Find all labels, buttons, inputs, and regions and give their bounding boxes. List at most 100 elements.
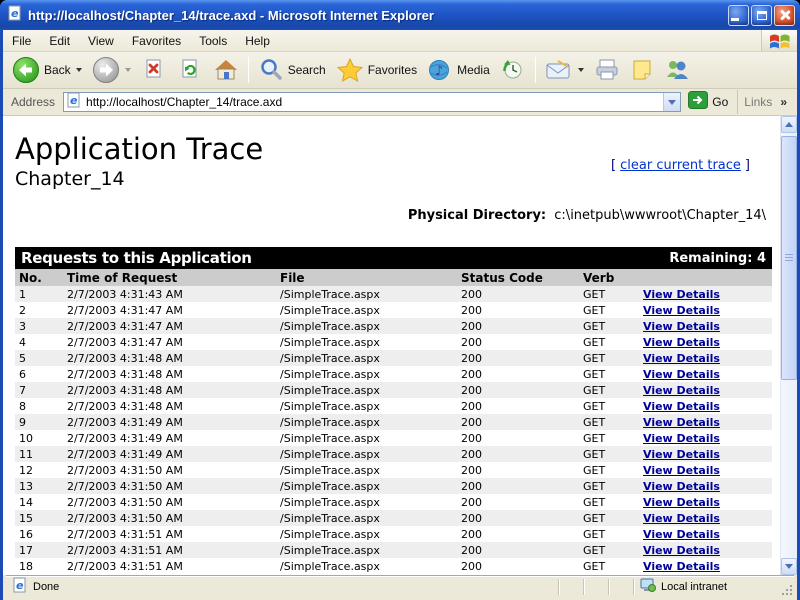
- back-dropdown-arrow[interactable]: [76, 68, 82, 72]
- cell-no: 13: [15, 478, 63, 494]
- view-details-link[interactable]: View Details: [643, 368, 720, 381]
- history-icon: [500, 57, 526, 83]
- svg-text:♪: ♪: [435, 64, 443, 79]
- messenger-button[interactable]: [659, 54, 695, 86]
- cell-verb: GET: [579, 334, 639, 350]
- view-details-link[interactable]: View Details: [643, 384, 720, 397]
- stop-icon: [141, 57, 167, 83]
- cell-verb: GET: [579, 510, 639, 526]
- cell-no: 2: [15, 302, 63, 318]
- view-details-link[interactable]: View Details: [643, 336, 720, 349]
- cell-verb: GET: [579, 350, 639, 366]
- menu-item[interactable]: Help: [236, 30, 279, 51]
- cell-file: /SimpleTrace.aspx: [276, 414, 457, 430]
- stop-button[interactable]: [136, 54, 172, 86]
- cell-no: 12: [15, 462, 63, 478]
- menu-item[interactable]: Edit: [40, 30, 79, 51]
- forward-button[interactable]: [87, 54, 136, 86]
- forward-dropdown-arrow[interactable]: [125, 68, 131, 72]
- cell-file: /SimpleTrace.aspx: [276, 462, 457, 478]
- cell-status: 200: [457, 446, 579, 462]
- window-frame: FileEditViewFavoritesToolsHelp Back: [3, 30, 797, 600]
- menu-item[interactable]: Tools: [190, 30, 236, 51]
- back-icon: [12, 56, 40, 84]
- view-details-link[interactable]: View Details: [643, 416, 720, 429]
- menu-item[interactable]: View: [79, 30, 123, 51]
- requests-title: Requests to this Application: [21, 249, 252, 267]
- security-zone-pane: Local intranet: [633, 579, 781, 595]
- table-row: 7 2/7/2003 4:31:48 AM /SimpleTrace.aspx …: [15, 382, 772, 398]
- table-row: 16 2/7/2003 4:31:51 AM /SimpleTrace.aspx…: [15, 526, 772, 542]
- cell-time: 2/7/2003 4:31:51 AM: [63, 542, 276, 558]
- view-details-link[interactable]: View Details: [643, 352, 720, 365]
- table-row: 3 2/7/2003 4:31:47 AM /SimpleTrace.aspx …: [15, 318, 772, 334]
- view-details-link[interactable]: View Details: [643, 528, 720, 541]
- home-icon: [213, 57, 239, 83]
- view-details-link[interactable]: View Details: [643, 480, 720, 493]
- history-button[interactable]: [495, 54, 531, 86]
- view-details-link[interactable]: View Details: [643, 448, 720, 461]
- go-button[interactable]: Go: [681, 90, 735, 114]
- cell-time: 2/7/2003 4:31:43 AM: [63, 286, 276, 302]
- back-label: Back: [44, 63, 71, 77]
- maximize-button[interactable]: [751, 5, 772, 26]
- refresh-button[interactable]: [172, 54, 208, 86]
- minimize-button[interactable]: [728, 5, 749, 26]
- ie-page-icon: e: [7, 5, 23, 26]
- vertical-scrollbar[interactable]: [780, 116, 797, 575]
- view-details-link[interactable]: View Details: [643, 288, 720, 301]
- cell-no: 9: [15, 414, 63, 430]
- table-row: 1 2/7/2003 4:31:43 AM /SimpleTrace.aspx …: [15, 286, 772, 302]
- menu-item[interactable]: File: [3, 30, 40, 51]
- go-label: Go: [712, 95, 728, 109]
- clear-current-trace-link[interactable]: clear current trace: [620, 158, 741, 173]
- scrollbar-track[interactable]: [781, 133, 797, 558]
- favorites-button[interactable]: Favorites: [331, 54, 422, 86]
- view-details-link[interactable]: View Details: [643, 544, 720, 557]
- view-details-link[interactable]: View Details: [643, 400, 720, 413]
- cell-verb: GET: [579, 414, 639, 430]
- physical-directory-value: c:\inetpub\wwwroot\Chapter_14\: [554, 208, 766, 223]
- view-details-link[interactable]: View Details: [643, 496, 720, 509]
- scrollbar-thumb[interactable]: [781, 136, 797, 380]
- svg-text:e: e: [11, 7, 19, 20]
- toolbar: Back: [3, 52, 797, 89]
- cell-no: 7: [15, 382, 63, 398]
- search-button[interactable]: Search: [253, 54, 331, 86]
- cell-verb: GET: [579, 286, 639, 302]
- cell-status: 200: [457, 286, 579, 302]
- mail-dropdown-arrow[interactable]: [578, 68, 584, 72]
- menu-item[interactable]: Favorites: [123, 30, 190, 51]
- mail-button[interactable]: [540, 54, 589, 86]
- cell-status: 200: [457, 366, 579, 382]
- close-button[interactable]: [774, 5, 795, 26]
- cell-file: /SimpleTrace.aspx: [276, 478, 457, 494]
- links-chevron-icon[interactable]: »: [780, 95, 787, 109]
- resize-grip-icon[interactable]: [781, 584, 794, 597]
- address-input[interactable]: e http://localhost/Chapter_14/trace.axd: [63, 92, 681, 112]
- view-details-link[interactable]: View Details: [643, 560, 720, 573]
- links-toolbar[interactable]: Links »: [737, 90, 793, 114]
- home-button[interactable]: [208, 54, 244, 86]
- cell-file: /SimpleTrace.aspx: [276, 318, 457, 334]
- cell-file: /SimpleTrace.aspx: [276, 398, 457, 414]
- address-value[interactable]: http://localhost/Chapter_14/trace.axd: [82, 95, 663, 109]
- scroll-up-button[interactable]: [781, 116, 797, 133]
- cell-time: 2/7/2003 4:31:48 AM: [63, 382, 276, 398]
- cell-time: 2/7/2003 4:31:50 AM: [63, 462, 276, 478]
- scroll-down-button[interactable]: [781, 558, 797, 575]
- address-dropdown-button[interactable]: [663, 93, 680, 111]
- print-button[interactable]: [589, 54, 625, 86]
- menu-bar: FileEditViewFavoritesToolsHelp: [3, 30, 797, 52]
- messenger-people-icon: [664, 57, 690, 83]
- view-details-link[interactable]: View Details: [643, 512, 720, 525]
- view-details-link[interactable]: View Details: [643, 432, 720, 445]
- col-header-details: [639, 269, 772, 286]
- back-button[interactable]: Back: [7, 54, 87, 86]
- edit-button[interactable]: [625, 54, 659, 86]
- view-details-link[interactable]: View Details: [643, 320, 720, 333]
- view-details-link[interactable]: View Details: [643, 464, 720, 477]
- view-details-link[interactable]: View Details: [643, 304, 720, 317]
- status-text: Done: [33, 581, 59, 593]
- media-button[interactable]: ♪ Media: [422, 54, 495, 86]
